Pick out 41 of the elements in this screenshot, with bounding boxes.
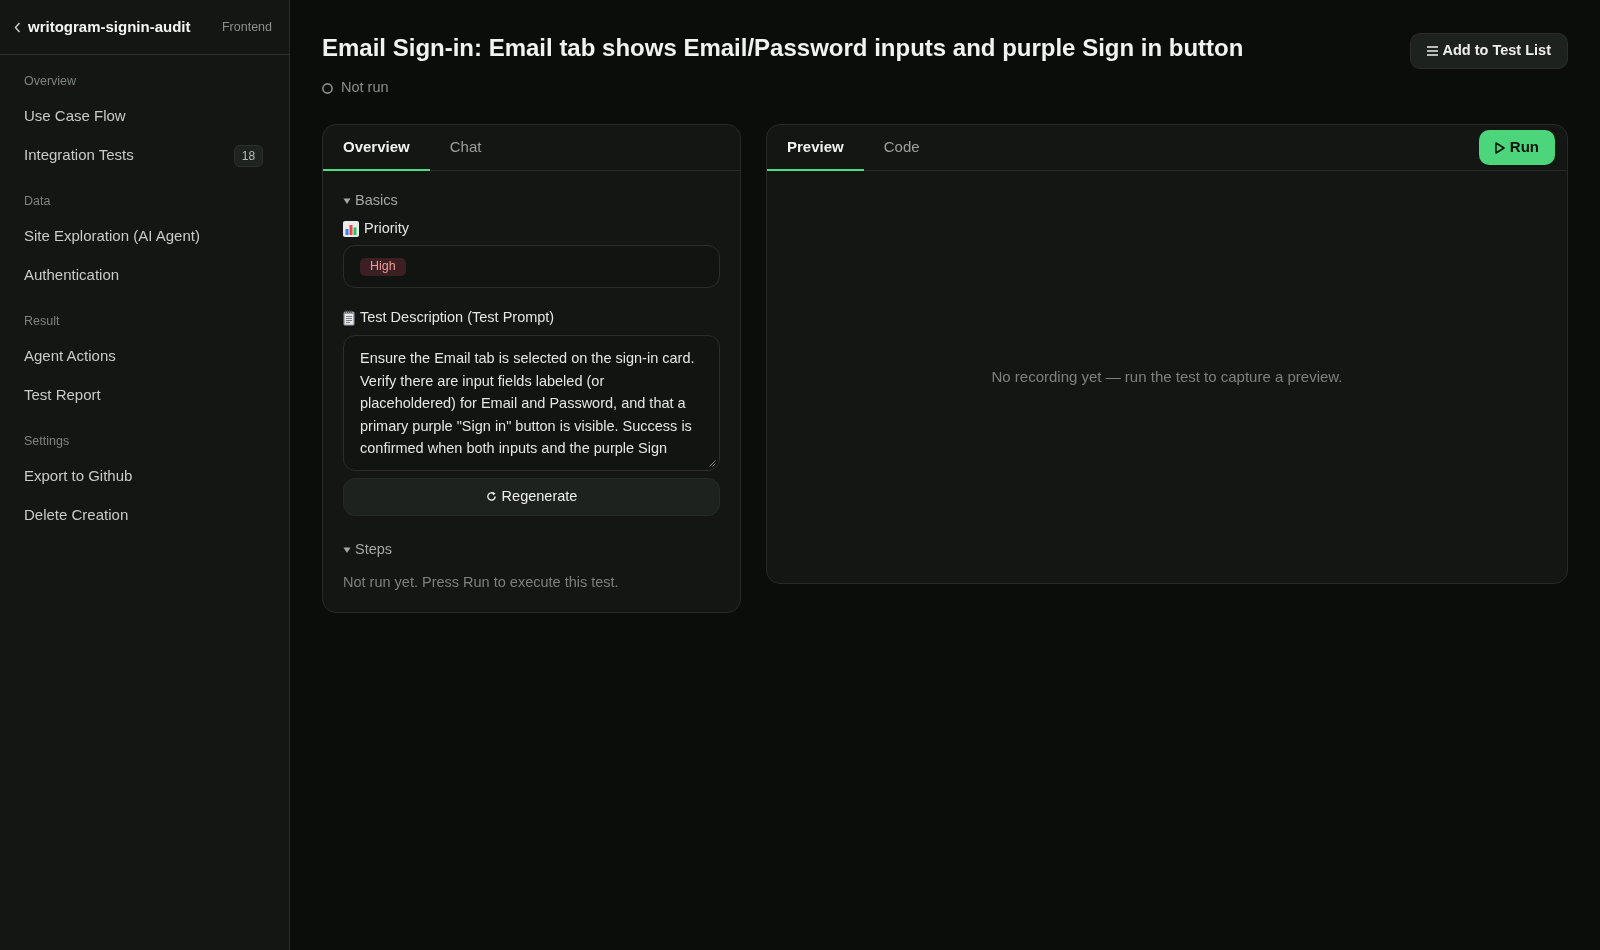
nav-item[interactable]: Agent Actions xyxy=(24,337,263,376)
description-field[interactable]: Ensure the Email tab is selected on the sign-in card. Verify there are input fields labeled (or placeholdered) for Email and Password, and that a primary purple "Sign in" button is visible. Success is confirmed when both inputs and the purple Sign xyxy=(343,335,720,471)
tab[interactable]: Overview xyxy=(323,125,430,171)
resize-grip-icon[interactable] xyxy=(709,459,716,467)
add-to-test-list-button[interactable]: Add to Test List xyxy=(1409,33,1568,69)
bar-chart-icon xyxy=(343,221,359,237)
refresh-icon xyxy=(485,491,497,502)
nav-item[interactable]: Use Case Flow xyxy=(24,97,263,136)
section-label: Data xyxy=(24,193,52,209)
section-toggle[interactable]: Steps xyxy=(343,539,393,560)
page-title: Email Sign-in: Email tab shows Email/Password inputs and purple Sign in button xyxy=(322,33,1244,63)
nav-item[interactable]: Export to Github xyxy=(24,457,263,496)
status-label: Not run xyxy=(341,78,389,98)
back-chevron-icon[interactable] xyxy=(14,21,21,33)
tab[interactable]: Chat xyxy=(429,125,502,171)
field-label: Test Description (Test Prompt) xyxy=(360,308,555,328)
nav-item[interactable]: Delete Creation xyxy=(24,496,263,535)
nav-item[interactable]: Test Report xyxy=(24,376,263,415)
play-icon xyxy=(1494,141,1505,154)
status-ring-icon xyxy=(322,82,333,94)
tab[interactable]: Code xyxy=(863,125,940,171)
steps-message: Not run yet. Press Run to execute this test. xyxy=(343,572,620,592)
notepad-icon xyxy=(343,310,355,326)
nav-item[interactable]: Authentication xyxy=(24,256,263,295)
priority-badge: High xyxy=(360,257,406,276)
section-toggle[interactable]: Basics xyxy=(343,191,398,211)
section-label: Overview xyxy=(24,73,78,89)
count-badge: 18 xyxy=(234,144,263,167)
menu-icon xyxy=(1426,46,1438,56)
section-label: Settings xyxy=(24,433,71,449)
regenerate-button[interactable]: Regenerate xyxy=(343,477,720,516)
priority-field[interactable]: High xyxy=(343,245,720,288)
project-name: writogram-signin-audit xyxy=(28,16,191,37)
tab[interactable]: Preview xyxy=(767,125,864,171)
field-label: Priority xyxy=(364,219,410,239)
empty-preview-message: No recording yet — run the test to capture a preview. xyxy=(991,366,1343,387)
nav-item[interactable]: Integration Tests 18 xyxy=(24,136,263,175)
section-label: Result xyxy=(24,313,61,329)
nav-item[interactable]: Site Exploration (AI Agent) xyxy=(24,217,263,256)
project-tag: Frontend xyxy=(221,17,272,37)
run-button[interactable]: Run xyxy=(1478,130,1555,165)
